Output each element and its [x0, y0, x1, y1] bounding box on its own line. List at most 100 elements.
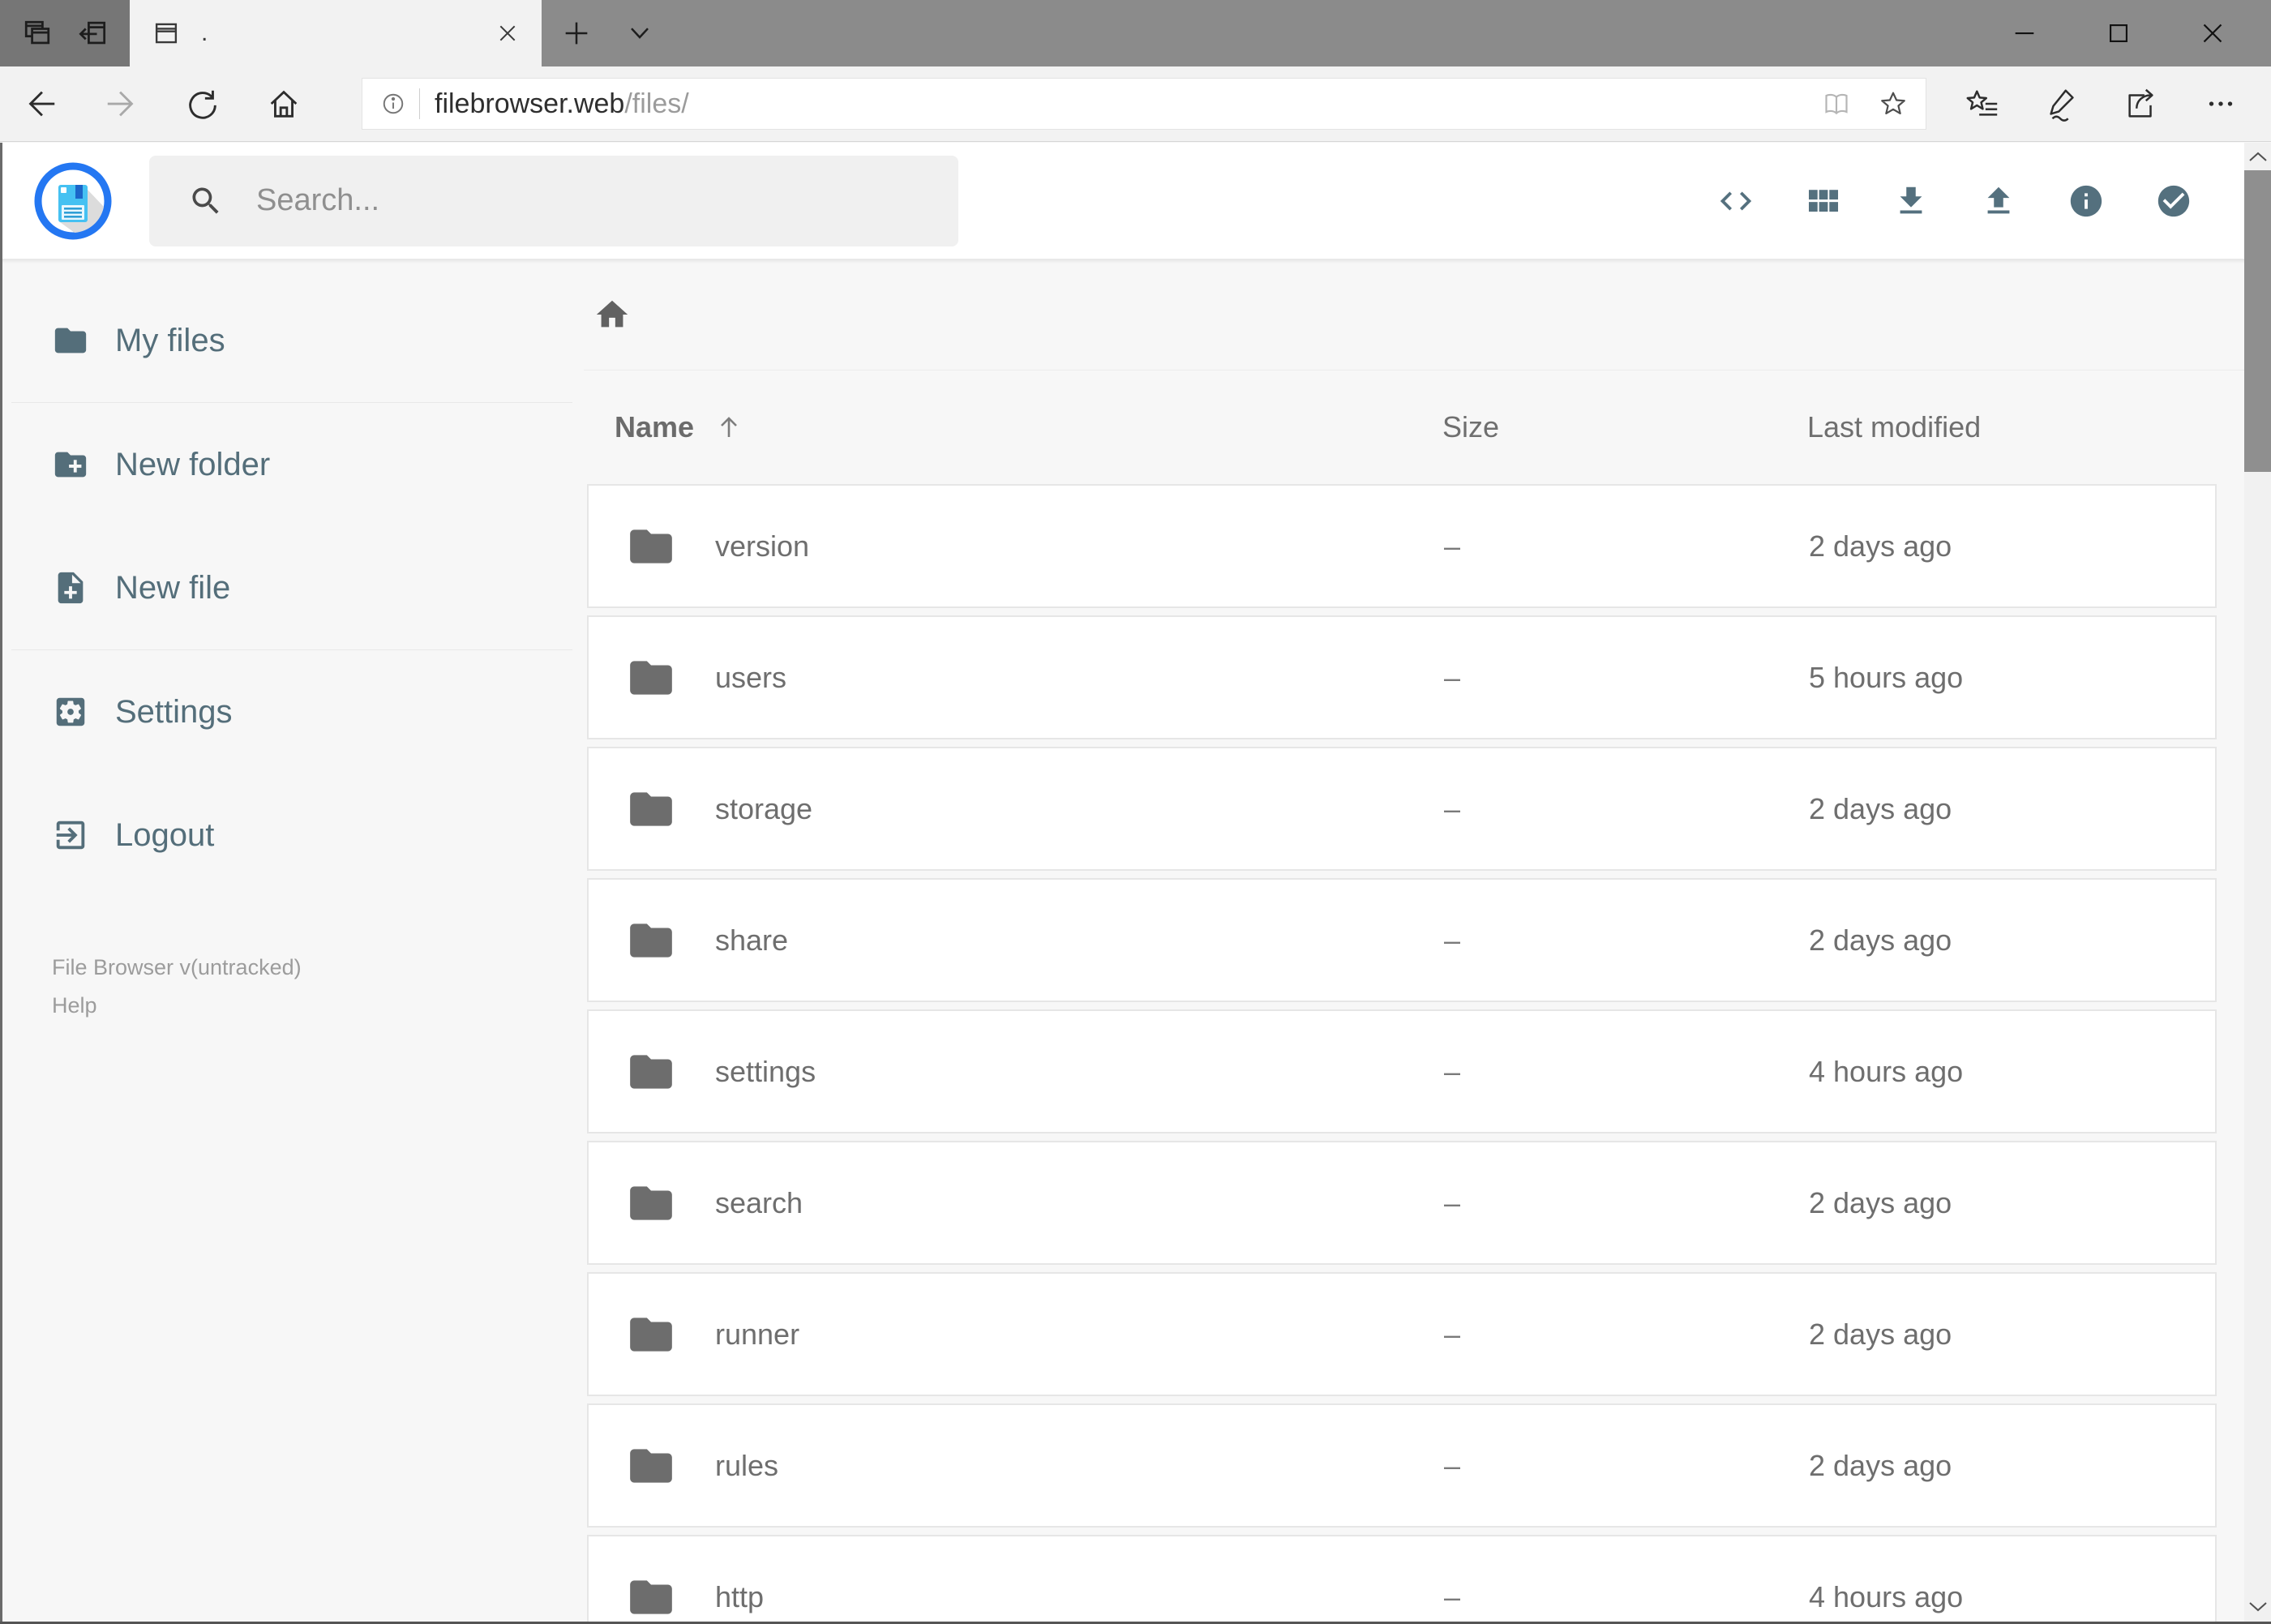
file-name: storage — [715, 791, 813, 825]
file-name: version — [715, 529, 810, 563]
app-version-text: File Browser v(untracked) — [52, 955, 302, 979]
app-body: My files New folder New file Settings Lo… — [0, 259, 2271, 1624]
tab-title: . — [201, 19, 208, 46]
file-row-share[interactable]: share – 2 days ago — [587, 878, 2217, 1002]
scroll-down-icon[interactable] — [2244, 1592, 2271, 1621]
file-row-version[interactable]: version – 2 days ago — [587, 484, 2217, 608]
logout-icon — [52, 816, 89, 854]
folder-icon — [52, 322, 89, 359]
file-size: – — [1444, 1579, 1461, 1613]
file-name: rules — [715, 1448, 779, 1482]
sidebar-item-label: My files — [115, 322, 225, 358]
folder-icon — [630, 1579, 672, 1614]
share-icon[interactable] — [2102, 66, 2181, 141]
breadcrumb — [584, 259, 2244, 371]
file-modified: 2 days ago — [1809, 1185, 1952, 1219]
folder-icon — [630, 529, 672, 563]
file-size: – — [1444, 1317, 1461, 1351]
sidebar-item-label: Settings — [115, 693, 233, 730]
file-row-storage[interactable]: storage – 2 days ago — [587, 747, 2217, 871]
folder-icon — [630, 1448, 672, 1483]
more-menu-icon[interactable] — [2181, 66, 2260, 141]
sidebar-footer: File Browser v(untracked) Help — [0, 955, 584, 1018]
upload-icon[interactable] — [1980, 182, 2017, 220]
select-check-icon[interactable] — [2155, 182, 2192, 220]
home-button[interactable] — [243, 66, 324, 141]
sidebar-item-my-files[interactable]: My files — [0, 279, 584, 402]
file-row-search[interactable]: search – 2 days ago — [587, 1141, 2217, 1265]
tab-list-chevron-icon[interactable] — [611, 0, 668, 66]
folder-icon — [630, 1054, 672, 1089]
file-row-http[interactable]: http – 4 hours ago — [587, 1535, 2217, 1624]
set-tabs-aside-icon[interactable] — [75, 15, 110, 51]
sidebar-item-label: New folder — [115, 446, 271, 482]
file-row-runner[interactable]: runner – 2 days ago — [587, 1272, 2217, 1396]
breadcrumb-home-icon[interactable] — [593, 296, 631, 333]
file-name: runner — [715, 1317, 800, 1351]
file-name: users — [715, 660, 787, 694]
page-favicon-icon — [151, 18, 182, 49]
close-window-button[interactable] — [2166, 0, 2260, 66]
sidebar-item-new-folder[interactable]: New folder — [0, 403, 584, 526]
file-size: – — [1444, 1448, 1461, 1482]
download-icon[interactable] — [1892, 182, 1930, 220]
address-bar[interactable]: filebrowser.web /files/ — [362, 78, 1926, 130]
site-info-icon[interactable] — [379, 89, 408, 118]
web-notes-pen-icon[interactable] — [2022, 66, 2102, 141]
add-favorite-star-icon[interactable] — [1877, 88, 1909, 120]
raw-view-code-icon[interactable] — [1717, 182, 1755, 220]
file-row-rules[interactable]: rules – 2 days ago — [587, 1403, 2217, 1528]
settings-gear-icon — [52, 693, 89, 731]
page-scrollbar[interactable] — [2244, 143, 2271, 1624]
file-modified: 4 hours ago — [1809, 1579, 1964, 1613]
sort-by-name-header[interactable]: Name — [615, 410, 1442, 444]
new-tab-button[interactable] — [548, 0, 605, 66]
file-list-header: Name Size Last modified — [584, 371, 2244, 484]
maximize-button[interactable] — [2072, 0, 2166, 66]
sort-by-modified-header[interactable]: Last modified — [1807, 410, 2244, 444]
url-separator — [419, 88, 420, 119]
window-border-left — [0, 143, 2, 1624]
file-modified: 5 hours ago — [1809, 660, 1964, 694]
file-row-users[interactable]: users – 5 hours ago — [587, 615, 2217, 739]
file-size: – — [1444, 529, 1461, 563]
sidebar-item-logout[interactable]: Logout — [0, 773, 584, 897]
tab-close-icon[interactable] — [495, 20, 521, 46]
url-path: /files/ — [624, 88, 689, 119]
new-folder-icon — [52, 446, 89, 483]
tab-preview-icon[interactable] — [19, 15, 55, 51]
reading-view-icon[interactable] — [1820, 88, 1853, 120]
search-box[interactable] — [149, 155, 958, 246]
file-modified: 2 days ago — [1809, 1448, 1952, 1482]
sidebar: My files New folder New file Settings Lo… — [0, 259, 584, 1624]
help-link[interactable]: Help — [52, 993, 584, 1018]
file-size: – — [1444, 1054, 1461, 1088]
minimize-button[interactable] — [1977, 0, 2072, 66]
file-size: – — [1444, 923, 1461, 957]
sidebar-item-settings[interactable]: Settings — [0, 650, 584, 773]
scrollbar-thumb[interactable] — [2244, 170, 2271, 472]
file-modified: 4 hours ago — [1809, 1054, 1964, 1088]
folder-icon — [630, 923, 672, 958]
file-name: settings — [715, 1054, 816, 1088]
back-button[interactable] — [0, 66, 81, 141]
column-name-label: Name — [615, 410, 695, 443]
file-row-settings[interactable]: settings – 4 hours ago — [587, 1009, 2217, 1133]
tab-actions — [0, 0, 130, 66]
scroll-up-icon[interactable] — [2244, 143, 2271, 170]
info-icon[interactable] — [2067, 182, 2105, 220]
browser-tab[interactable]: . — [130, 0, 542, 66]
file-size: – — [1444, 1185, 1461, 1219]
sort-by-size-header[interactable]: Size — [1442, 410, 1807, 444]
header-actions — [1667, 182, 2192, 220]
sidebar-item-new-file[interactable]: New file — [0, 526, 584, 649]
refresh-button[interactable] — [162, 66, 243, 141]
browser-window: . filebrowser.web /files/ Search... My f… — [0, 0, 2271, 1624]
filebrowser-logo[interactable] — [34, 162, 112, 240]
forward-button[interactable] — [81, 66, 162, 141]
titlebar: . — [0, 0, 2271, 66]
favorites-hub-icon[interactable] — [1943, 66, 2022, 141]
file-list-panel: Name Size Last modified version – 2 days… — [584, 259, 2244, 1624]
search-input[interactable] — [256, 183, 905, 218]
grid-view-icon[interactable] — [1805, 182, 1842, 220]
